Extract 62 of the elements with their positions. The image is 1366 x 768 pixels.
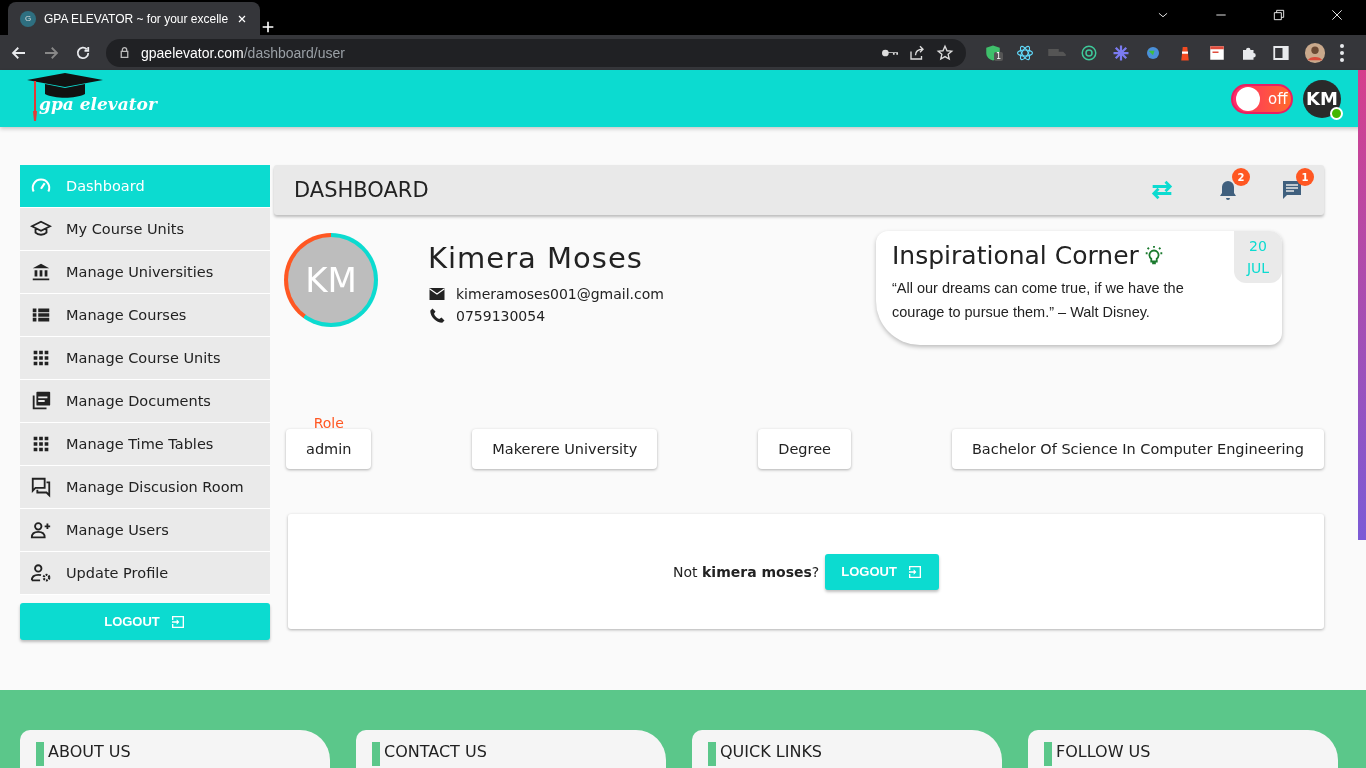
accent-bar: [372, 742, 380, 766]
scrollbar[interactable]: [1358, 70, 1366, 540]
profile-avatar-icon: [1304, 41, 1326, 64]
sidebar-item[interactable]: Manage Users: [20, 509, 270, 552]
page-title: DASHBOARD: [294, 178, 430, 202]
logout-prompt: Not kimera moses?: [673, 563, 820, 580]
quote-text: “All our dreams can come true, if we have the courage to pursue them.” – Walt Disney.: [892, 279, 1185, 322]
logout-icon: [169, 613, 186, 630]
footer-heading: CONTACT US: [384, 742, 487, 763]
favicon: G: [20, 10, 36, 27]
message-badge: 1: [1296, 168, 1314, 186]
user-name: Kimera Moses: [428, 241, 644, 275]
message-icon: [1280, 178, 1304, 202]
sidebar-item[interactable]: Manage Documents: [20, 380, 270, 423]
atom-icon: [1016, 43, 1034, 62]
accent-bar: [36, 742, 44, 766]
pdf-file-icon: [30, 390, 52, 412]
side-panel-icon: [1272, 43, 1290, 62]
address-bar[interactable]: gpaelevator.com/dashboard/user: [106, 38, 966, 67]
browser-tab[interactable]: G GPA ELEVATOR ~ for your excelle: [8, 2, 261, 35]
asterisk-icon: [1112, 43, 1130, 62]
footer-heading: FOLLOW US: [1056, 742, 1151, 763]
footer-heading: QUICK LINKS: [720, 742, 823, 763]
logout-icon: [906, 563, 923, 580]
user-avatar[interactable]: KM: [1303, 79, 1341, 118]
info-chip: Makerere University: [472, 429, 658, 469]
document-icon: [1208, 43, 1226, 62]
sidebar-item[interactable]: Manage Courses: [20, 294, 270, 337]
user-email: kimeramoses001@gmail.com: [456, 286, 664, 302]
sidebar-item[interactable]: Manage Time Tables: [20, 423, 270, 466]
star-icon: [936, 43, 954, 62]
profile-avatar: KM: [284, 233, 378, 327]
phone-icon: [428, 307, 446, 325]
sidebar-item[interactable]: Update Profile: [20, 552, 270, 595]
sidebar-item[interactable]: Manage Course Units: [20, 337, 270, 380]
sidebar-item[interactable]: Manage Discusion Room: [20, 466, 270, 509]
info-chip: Bachelor Of Science In Computer Engineering: [951, 429, 1324, 469]
info-chip: admin: [286, 429, 372, 469]
card-title: Inspirational Corner: [892, 241, 1139, 270]
add-user-icon: [30, 519, 52, 541]
info-chip: Degree: [758, 429, 851, 469]
lock-icon: [118, 46, 131, 59]
sidebar-item[interactable]: Manage Universities: [20, 251, 270, 294]
user-phone: 0759130054: [456, 308, 546, 324]
user-gear-icon: [30, 562, 52, 584]
mail-icon: [428, 285, 446, 303]
extension-badge: 1: [994, 51, 1004, 61]
restore-icon: [1272, 8, 1286, 22]
target-icon: [1080, 43, 1098, 62]
chat-bubbles-icon: [30, 476, 52, 498]
close-icon: [1330, 8, 1344, 22]
date-badge: 20 JUL: [1234, 231, 1282, 283]
footer-heading: ABOUT US: [48, 742, 131, 763]
bank-icon: [30, 261, 52, 283]
accent-bar: [708, 742, 716, 766]
sidebar-item[interactable]: My Course Units: [20, 208, 270, 251]
accent-bar: [1044, 742, 1052, 766]
notification-badge: 2: [1232, 168, 1250, 186]
chip-label: Role: [313, 415, 344, 431]
key-icon: [882, 48, 898, 57]
more-icon: [1340, 43, 1344, 62]
share-icon: [908, 43, 926, 62]
